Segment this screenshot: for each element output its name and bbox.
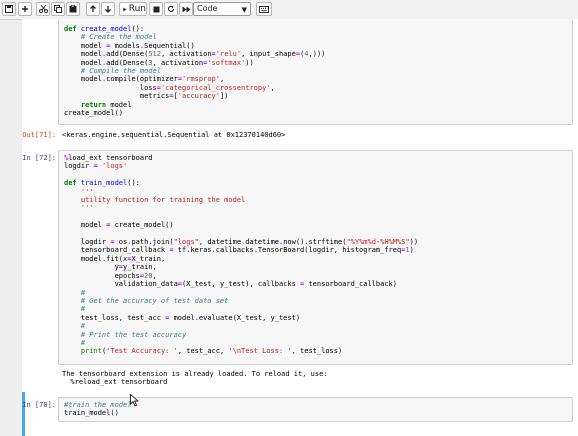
code-create-model: def create_model(): # Create the model m… bbox=[64, 25, 326, 118]
output-text-71: <keras.engine.sequential.Sequential at 0… bbox=[62, 131, 286, 139]
notebook-toolbar: Run Code ▼ bbox=[0, 0, 578, 20]
stop-icon bbox=[153, 6, 159, 12]
copy-button[interactable] bbox=[51, 2, 65, 16]
selected-cell-indicator bbox=[22, 392, 25, 436]
interrupt-button[interactable] bbox=[149, 2, 163, 16]
scissors-icon bbox=[38, 5, 48, 13]
arrow-down-icon bbox=[105, 6, 111, 13]
plus-icon bbox=[22, 6, 28, 12]
run-label: Run bbox=[128, 4, 146, 14]
input-prompt-72: In [72]: bbox=[22, 154, 56, 162]
save-icon bbox=[5, 5, 13, 13]
restart-button[interactable] bbox=[164, 2, 178, 16]
code-cell-create-model[interactable]: def create_model(): # Create the model m… bbox=[58, 19, 573, 125]
save-button[interactable] bbox=[2, 2, 16, 16]
mouse-cursor-icon bbox=[130, 394, 139, 407]
code-cell-train-model[interactable]: %load_ext tensorboard logdir = 'logs' de… bbox=[58, 150, 573, 365]
chevron-down-icon: ▼ bbox=[241, 6, 247, 14]
keyboard-icon bbox=[259, 5, 269, 13]
output-prompt-71: Out[71]: bbox=[22, 131, 56, 139]
fast-forward-icon bbox=[182, 6, 190, 12]
paste-button[interactable] bbox=[66, 2, 80, 16]
output-text-72: The tensorboard extension is already loa… bbox=[62, 370, 328, 387]
cell-type-value: Code bbox=[197, 4, 218, 13]
arrow-up-icon bbox=[90, 5, 96, 12]
run-button[interactable]: Run bbox=[119, 2, 147, 16]
move-down-button[interactable] bbox=[101, 2, 115, 16]
refresh-icon bbox=[167, 5, 175, 12]
input-prompt-70: In [70]: bbox=[22, 401, 56, 409]
move-up-button[interactable] bbox=[86, 2, 100, 16]
copy-icon bbox=[54, 5, 62, 13]
restart-run-all-button[interactable] bbox=[179, 2, 193, 16]
insert-cell-button[interactable] bbox=[18, 2, 32, 16]
play-icon bbox=[123, 7, 127, 11]
cell-type-select[interactable]: Code ▼ bbox=[193, 2, 251, 16]
cut-button[interactable] bbox=[36, 2, 50, 16]
command-palette-button[interactable] bbox=[256, 2, 272, 16]
code-train-model: %load_ext tensorboard logdir = 'logs' de… bbox=[64, 154, 419, 356]
paste-icon bbox=[69, 5, 77, 13]
